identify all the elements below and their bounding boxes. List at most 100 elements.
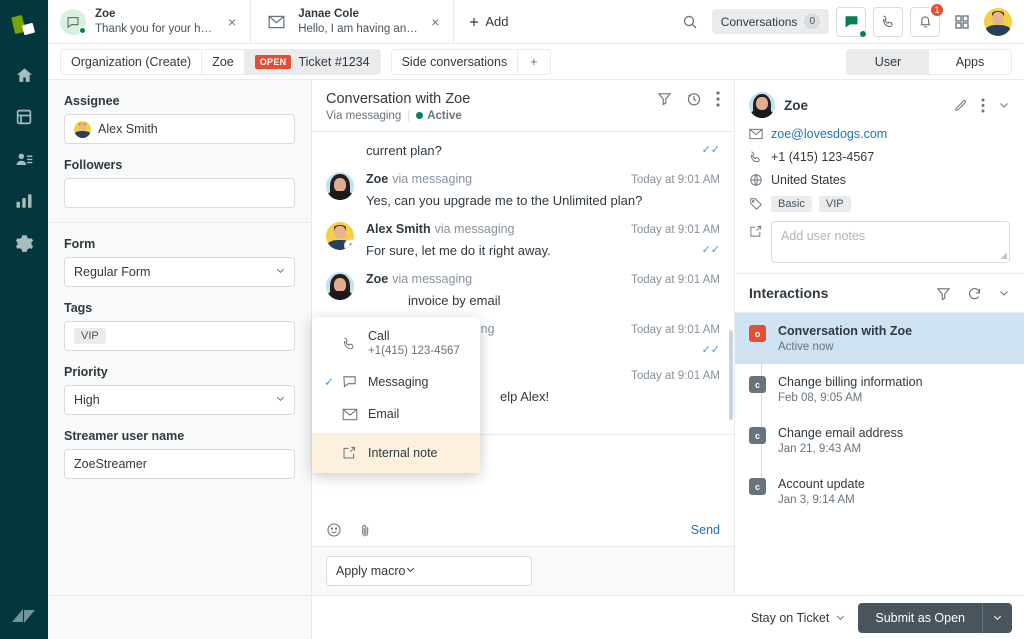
tab-zoe[interactable]: Zoe Thank you for your hel... ×	[48, 0, 252, 43]
views-icon[interactable]	[0, 96, 48, 138]
bell-icon[interactable]: 1	[910, 2, 944, 37]
send-button[interactable]: Send	[691, 523, 720, 537]
form-select[interactable]: Regular Form	[64, 257, 295, 287]
channel-dropdown-menu[interactable]: Call +1(415) 123-4567 ✓ Messaging Email …	[312, 317, 480, 473]
streamer-input[interactable]: ZoeStreamer	[64, 449, 295, 479]
message-via: via messaging	[392, 172, 473, 186]
grid-icon[interactable]	[947, 6, 977, 37]
filter-icon[interactable]	[657, 91, 672, 106]
history-icon[interactable]	[686, 91, 702, 107]
conversation-header: Conversation with Zoe Via messaging | Ac…	[312, 80, 734, 132]
avatar	[326, 272, 354, 300]
interactions-header: Interactions	[735, 274, 1024, 313]
form-label: Form	[64, 237, 96, 251]
close-icon[interactable]: ×	[224, 15, 240, 29]
phone-icon[interactable]	[873, 6, 903, 37]
menu-item-messaging[interactable]: ✓ Messaging	[312, 365, 480, 398]
breadcrumb-item-organization[interactable]: Organization (Create)	[61, 49, 203, 74]
interaction-title: Change email address	[778, 426, 904, 440]
user-country: United States	[771, 173, 847, 187]
user-phone: +1 (415) 123-4567	[771, 150, 875, 164]
followers-field[interactable]	[64, 178, 295, 208]
avatar	[326, 172, 354, 200]
note-edit-icon	[342, 446, 368, 460]
emoji-icon[interactable]	[326, 522, 342, 538]
more-vertical-icon[interactable]	[981, 98, 985, 113]
submit-options-button[interactable]	[982, 602, 1012, 633]
tab-title: Janae Cole	[298, 8, 359, 21]
chevron-down-icon[interactable]	[998, 287, 1010, 299]
list-item[interactable]: c Change email address Jan 21, 9:43 AM	[735, 415, 1024, 466]
chevron-down-icon	[405, 564, 416, 578]
list-item[interactable]: c Account update Jan 3, 9:14 AM	[735, 466, 1024, 517]
top-actions: Conversations 0 1	[674, 0, 1024, 43]
pencil-icon[interactable]	[954, 98, 968, 112]
envelope-icon	[263, 9, 289, 35]
add-tab-button[interactable]: Add	[454, 0, 523, 43]
delivered-ticks-icon: ✓✓	[701, 244, 720, 256]
user-notes-row: Add user notes ◢	[749, 221, 1010, 263]
user-tags-row: Basic VIP	[749, 196, 1010, 212]
search-icon[interactable]	[674, 6, 705, 37]
conversations-pill[interactable]: Conversations 0	[711, 9, 829, 34]
footer: Stay on Ticket Submit as Open	[48, 595, 1024, 639]
tab-apps[interactable]: Apps	[929, 49, 1011, 74]
settings-icon[interactable]	[0, 222, 48, 264]
add-side-conversation-button[interactable]: +	[518, 50, 549, 74]
priority-label: Priority	[64, 365, 108, 379]
interactions-list: o Conversation with Zoe Active now c Cha…	[735, 313, 1024, 517]
apply-macro-select[interactable]: Apply macro	[326, 556, 532, 586]
breadcrumb-item-zoe[interactable]: Zoe	[202, 49, 245, 74]
user-country-row: United States	[749, 173, 1010, 187]
stay-on-ticket-select[interactable]: Stay on Ticket	[751, 611, 847, 625]
chat-icon[interactable]	[836, 6, 867, 38]
view-toggle: User Apps	[846, 48, 1012, 75]
customers-icon[interactable]	[0, 138, 48, 180]
page-title: Conversation with Zoe	[326, 91, 471, 107]
reporting-icon[interactable]	[0, 180, 48, 222]
refresh-icon[interactable]	[967, 286, 982, 301]
chat-bubble-icon	[60, 8, 86, 35]
chevron-down-icon[interactable]	[998, 99, 1010, 111]
app-root: Zoe Thank you for your hel... × Janae Co…	[0, 0, 1024, 639]
tag-chip: VIP	[74, 328, 106, 344]
filter-icon[interactable]	[936, 286, 951, 301]
tab-subtitle: Thank you for your hel...	[95, 22, 215, 35]
streamer-value: ZoeStreamer	[74, 457, 147, 471]
priority-select[interactable]: High	[64, 385, 295, 415]
note-edit-icon	[749, 225, 771, 238]
submit-button[interactable]: Submit as Open	[858, 602, 982, 633]
more-vertical-icon[interactable]	[716, 91, 720, 107]
menu-item-internal-note[interactable]: Internal note	[312, 433, 480, 473]
assignee-field[interactable]: Alex Smith	[64, 114, 295, 144]
footer-left-spacer	[48, 595, 312, 639]
tags-field[interactable]: VIP	[64, 321, 295, 351]
list-item[interactable]: c Change billing information Feb 08, 9:0…	[735, 364, 1024, 415]
main-area: Zoe Thank you for your hel... × Janae Co…	[48, 0, 1024, 639]
tab-janae-cole[interactable]: Janae Cole Hello, I am having an is... ×	[251, 0, 455, 43]
close-icon[interactable]: ×	[427, 15, 443, 29]
user-notes-input[interactable]: Add user notes ◢	[771, 221, 1010, 263]
user-name: Zoe	[784, 97, 809, 113]
paperclip-icon[interactable]	[358, 523, 373, 538]
menu-item-sublabel: +1(415) 123-4567	[368, 345, 460, 357]
menu-item-call[interactable]: Call +1(415) 123-4567	[312, 317, 480, 365]
menu-item-email[interactable]: Email	[312, 398, 480, 433]
chevron-down-icon	[835, 612, 846, 623]
conversation-status: Active	[416, 110, 462, 122]
home-icon[interactable]	[0, 54, 48, 96]
body-columns: Assignee Alex Smith Followers Form Regul…	[48, 80, 1024, 595]
zendesk-mark	[0, 605, 48, 627]
tab-user[interactable]: User	[847, 49, 929, 74]
breadcrumb-item-ticket[interactable]: OPEN Ticket #1234	[244, 49, 380, 74]
scrollbar[interactable]	[729, 330, 733, 420]
user-profile-block: Zoe zoe@lovesdogs.com +1 (415) 123-4567 …	[735, 80, 1024, 274]
interaction-subtitle: Jan 3, 9:14 AM	[778, 494, 855, 506]
message-via: via messaging	[434, 222, 515, 236]
user-phone-row: +1 (415) 123-4567	[749, 150, 1010, 164]
user-email[interactable]: zoe@lovesdogs.com	[771, 127, 887, 141]
user-notes-placeholder: Add user notes	[781, 229, 866, 243]
list-item[interactable]: o Conversation with Zoe Active now	[735, 313, 1024, 364]
user-avatar[interactable]	[984, 7, 1012, 36]
side-conversations-button[interactable]: Side conversations	[392, 49, 519, 74]
